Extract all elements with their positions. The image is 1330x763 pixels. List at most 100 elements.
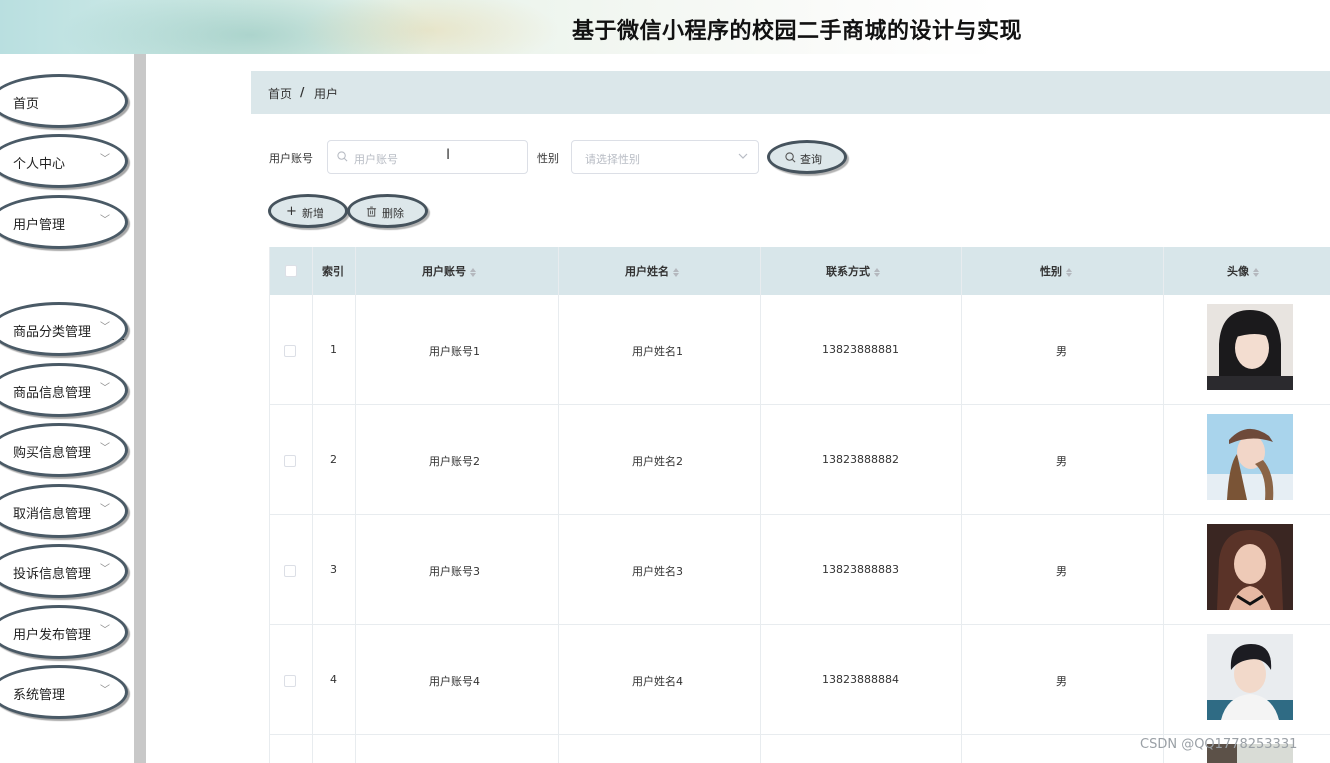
account-label: 用户账号 bbox=[269, 152, 313, 165]
sidebar-item-label: 购买信息管理 bbox=[13, 446, 92, 461]
app-title: 基于微信小程序的校园二手商城的设计与实现 bbox=[572, 19, 1023, 44]
sidebar-item-label: 系统管理 bbox=[13, 688, 66, 703]
avatar bbox=[1207, 634, 1293, 720]
chevron-down-icon: ﹀ bbox=[100, 564, 110, 575]
table-row: 4 用户账号4 用户姓名4 13823888884 男 bbox=[269, 625, 1330, 735]
sidebar-item-label: 用户管理 bbox=[13, 218, 66, 233]
sidebar-item-home[interactable]: 首页 bbox=[0, 74, 128, 128]
sort-icon[interactable] bbox=[874, 267, 882, 277]
sidebar-item-cancel-management[interactable]: 取消信息管理 ﹀ bbox=[0, 484, 128, 538]
row-checkbox[interactable] bbox=[284, 455, 296, 467]
cell-gender: 男 bbox=[1056, 565, 1067, 578]
cell-account: 用户账号2 bbox=[429, 455, 480, 468]
gender-select[interactable]: 请选择性别 bbox=[571, 140, 759, 174]
watermark: CSDN @QQ1778253331 bbox=[1140, 737, 1298, 752]
chevron-down-icon: ﹀ bbox=[100, 685, 110, 696]
sidebar-item-purchase-management[interactable]: 购买信息管理 ﹀ bbox=[0, 423, 128, 477]
text-cursor-icon: I bbox=[446, 147, 451, 163]
sidebar-item-publish-management[interactable]: 用户发布管理 ﹀ bbox=[0, 605, 128, 659]
breadcrumb-home[interactable]: 首页 bbox=[268, 85, 292, 102]
cell-name: 用户姓名1 bbox=[632, 345, 683, 358]
breadcrumb-current: 用户 bbox=[314, 87, 339, 101]
sidebar-item-system-management[interactable]: 系统管理 ﹀ bbox=[0, 665, 128, 719]
sidebar-item-personal-center[interactable]: 个人中心 ﹀ bbox=[0, 134, 128, 188]
sidebar-item-label: 取消信息管理 bbox=[13, 507, 92, 522]
column-header-phone[interactable]: 联系方式 bbox=[760, 247, 961, 295]
cell-phone: 13823888881 bbox=[822, 343, 899, 356]
cell-index: 4 bbox=[330, 673, 337, 686]
sort-icon[interactable] bbox=[470, 267, 478, 277]
gender-placeholder: 请选择性别 bbox=[585, 153, 640, 166]
sidebar-item-user-management[interactable]: 用户管理 ﹀ bbox=[0, 195, 128, 249]
header-decoration bbox=[300, 0, 560, 54]
search-icon bbox=[337, 151, 348, 165]
cell-account: 用户账号3 bbox=[429, 565, 480, 578]
chevron-down-icon: ﹀ bbox=[100, 504, 110, 515]
sidebar-item-label: 用户发布管理 bbox=[13, 628, 92, 643]
delete-button[interactable]: 删除 bbox=[347, 194, 428, 228]
avatar bbox=[1207, 304, 1293, 390]
query-button-label: 查询 bbox=[800, 153, 822, 166]
account-placeholder: 用户账号 bbox=[354, 153, 398, 166]
sidebar-item-label: 首页 bbox=[13, 97, 40, 112]
delete-button-label: 删除 bbox=[382, 207, 404, 220]
avatar bbox=[1207, 524, 1293, 610]
cell-gender: 男 bbox=[1056, 675, 1067, 688]
sort-icon[interactable] bbox=[1066, 267, 1074, 277]
search-icon bbox=[785, 152, 796, 166]
gender-label: 性别 bbox=[537, 152, 559, 165]
table-row: 2 用户账号2 用户姓名2 13823888882 男 bbox=[269, 405, 1330, 515]
sidebar-item-label: 商品信息管理 bbox=[13, 386, 92, 401]
cell-phone: 13823888884 bbox=[822, 673, 899, 686]
plus-icon: + bbox=[286, 204, 297, 219]
select-all-checkbox[interactable] bbox=[285, 265, 297, 277]
column-header-account[interactable]: 用户账号 bbox=[355, 247, 558, 295]
chevron-down-icon bbox=[738, 150, 748, 164]
breadcrumb: 首页 / 用户 bbox=[251, 71, 1330, 114]
add-button[interactable]: + 新增 bbox=[268, 194, 348, 228]
sort-icon[interactable] bbox=[673, 267, 681, 277]
table-row: 1 用户账号1 用户姓名1 13823888881 男 bbox=[269, 295, 1330, 405]
column-header-index: 索引 bbox=[322, 265, 344, 278]
cell-account: 用户账号4 bbox=[429, 675, 480, 688]
sort-icon[interactable] bbox=[1253, 267, 1261, 277]
table-header: 索引 用户账号 用户姓名 联系方式 性别 头像 bbox=[269, 247, 1330, 295]
account-search-input[interactable]: 用户账号 I bbox=[327, 140, 528, 174]
row-checkbox[interactable] bbox=[284, 345, 296, 357]
column-header-avatar[interactable]: 头像 bbox=[1163, 247, 1330, 295]
chevron-down-icon: ﹀ bbox=[100, 625, 110, 636]
cell-gender: 男 bbox=[1056, 345, 1067, 358]
sidebar-item-complaint-management[interactable]: 投诉信息管理 ﹀ bbox=[0, 544, 128, 598]
cell-index: 2 bbox=[330, 453, 337, 466]
cell-name: 用户姓名3 bbox=[632, 565, 683, 578]
column-header-gender[interactable]: 性别 bbox=[961, 247, 1163, 295]
sidebar-scrollbar[interactable] bbox=[134, 54, 146, 763]
chevron-down-icon: ﹀ bbox=[100, 383, 110, 394]
cell-name: 用户姓名4 bbox=[632, 675, 683, 688]
row-checkbox[interactable] bbox=[284, 675, 296, 687]
column-header-name[interactable]: 用户姓名 bbox=[558, 247, 760, 295]
query-button[interactable]: 查询 bbox=[767, 140, 847, 174]
sidebar: 首页 个人中心 ﹀ 用户管理 ﹀ 用户 商品分类管理 ﹀ 商品信息管理 ﹀ 购买… bbox=[0, 54, 134, 763]
cell-phone: 13823888883 bbox=[822, 563, 899, 576]
app-header: 基于微信小程序的校园二手商城的设计与实现 bbox=[0, 0, 1330, 54]
avatar bbox=[1207, 414, 1293, 500]
chevron-down-icon: ﹀ bbox=[100, 443, 110, 454]
chevron-down-icon: ﹀ bbox=[100, 215, 110, 226]
chevron-down-icon: ﹀ bbox=[100, 154, 110, 165]
cell-index: 1 bbox=[330, 343, 337, 356]
table-row: 3 用户账号3 用户姓名3 13823888883 男 bbox=[269, 515, 1330, 625]
cell-name: 用户姓名2 bbox=[632, 455, 683, 468]
row-checkbox[interactable] bbox=[284, 565, 296, 577]
cell-gender: 男 bbox=[1056, 455, 1067, 468]
add-button-label: 新增 bbox=[302, 207, 324, 220]
cell-index: 3 bbox=[330, 563, 337, 576]
sidebar-item-category-management[interactable]: 商品分类管理 ﹀ bbox=[0, 302, 128, 356]
cell-phone: 13823888882 bbox=[822, 453, 899, 466]
sidebar-item-label: 商品分类管理 bbox=[13, 325, 92, 340]
header-select-all[interactable] bbox=[269, 247, 312, 295]
trash-icon bbox=[366, 206, 377, 220]
sidebar-item-product-management[interactable]: 商品信息管理 ﹀ bbox=[0, 363, 128, 417]
chevron-down-icon: ﹀ bbox=[100, 322, 110, 333]
sidebar-item-label: 投诉信息管理 bbox=[13, 567, 92, 582]
